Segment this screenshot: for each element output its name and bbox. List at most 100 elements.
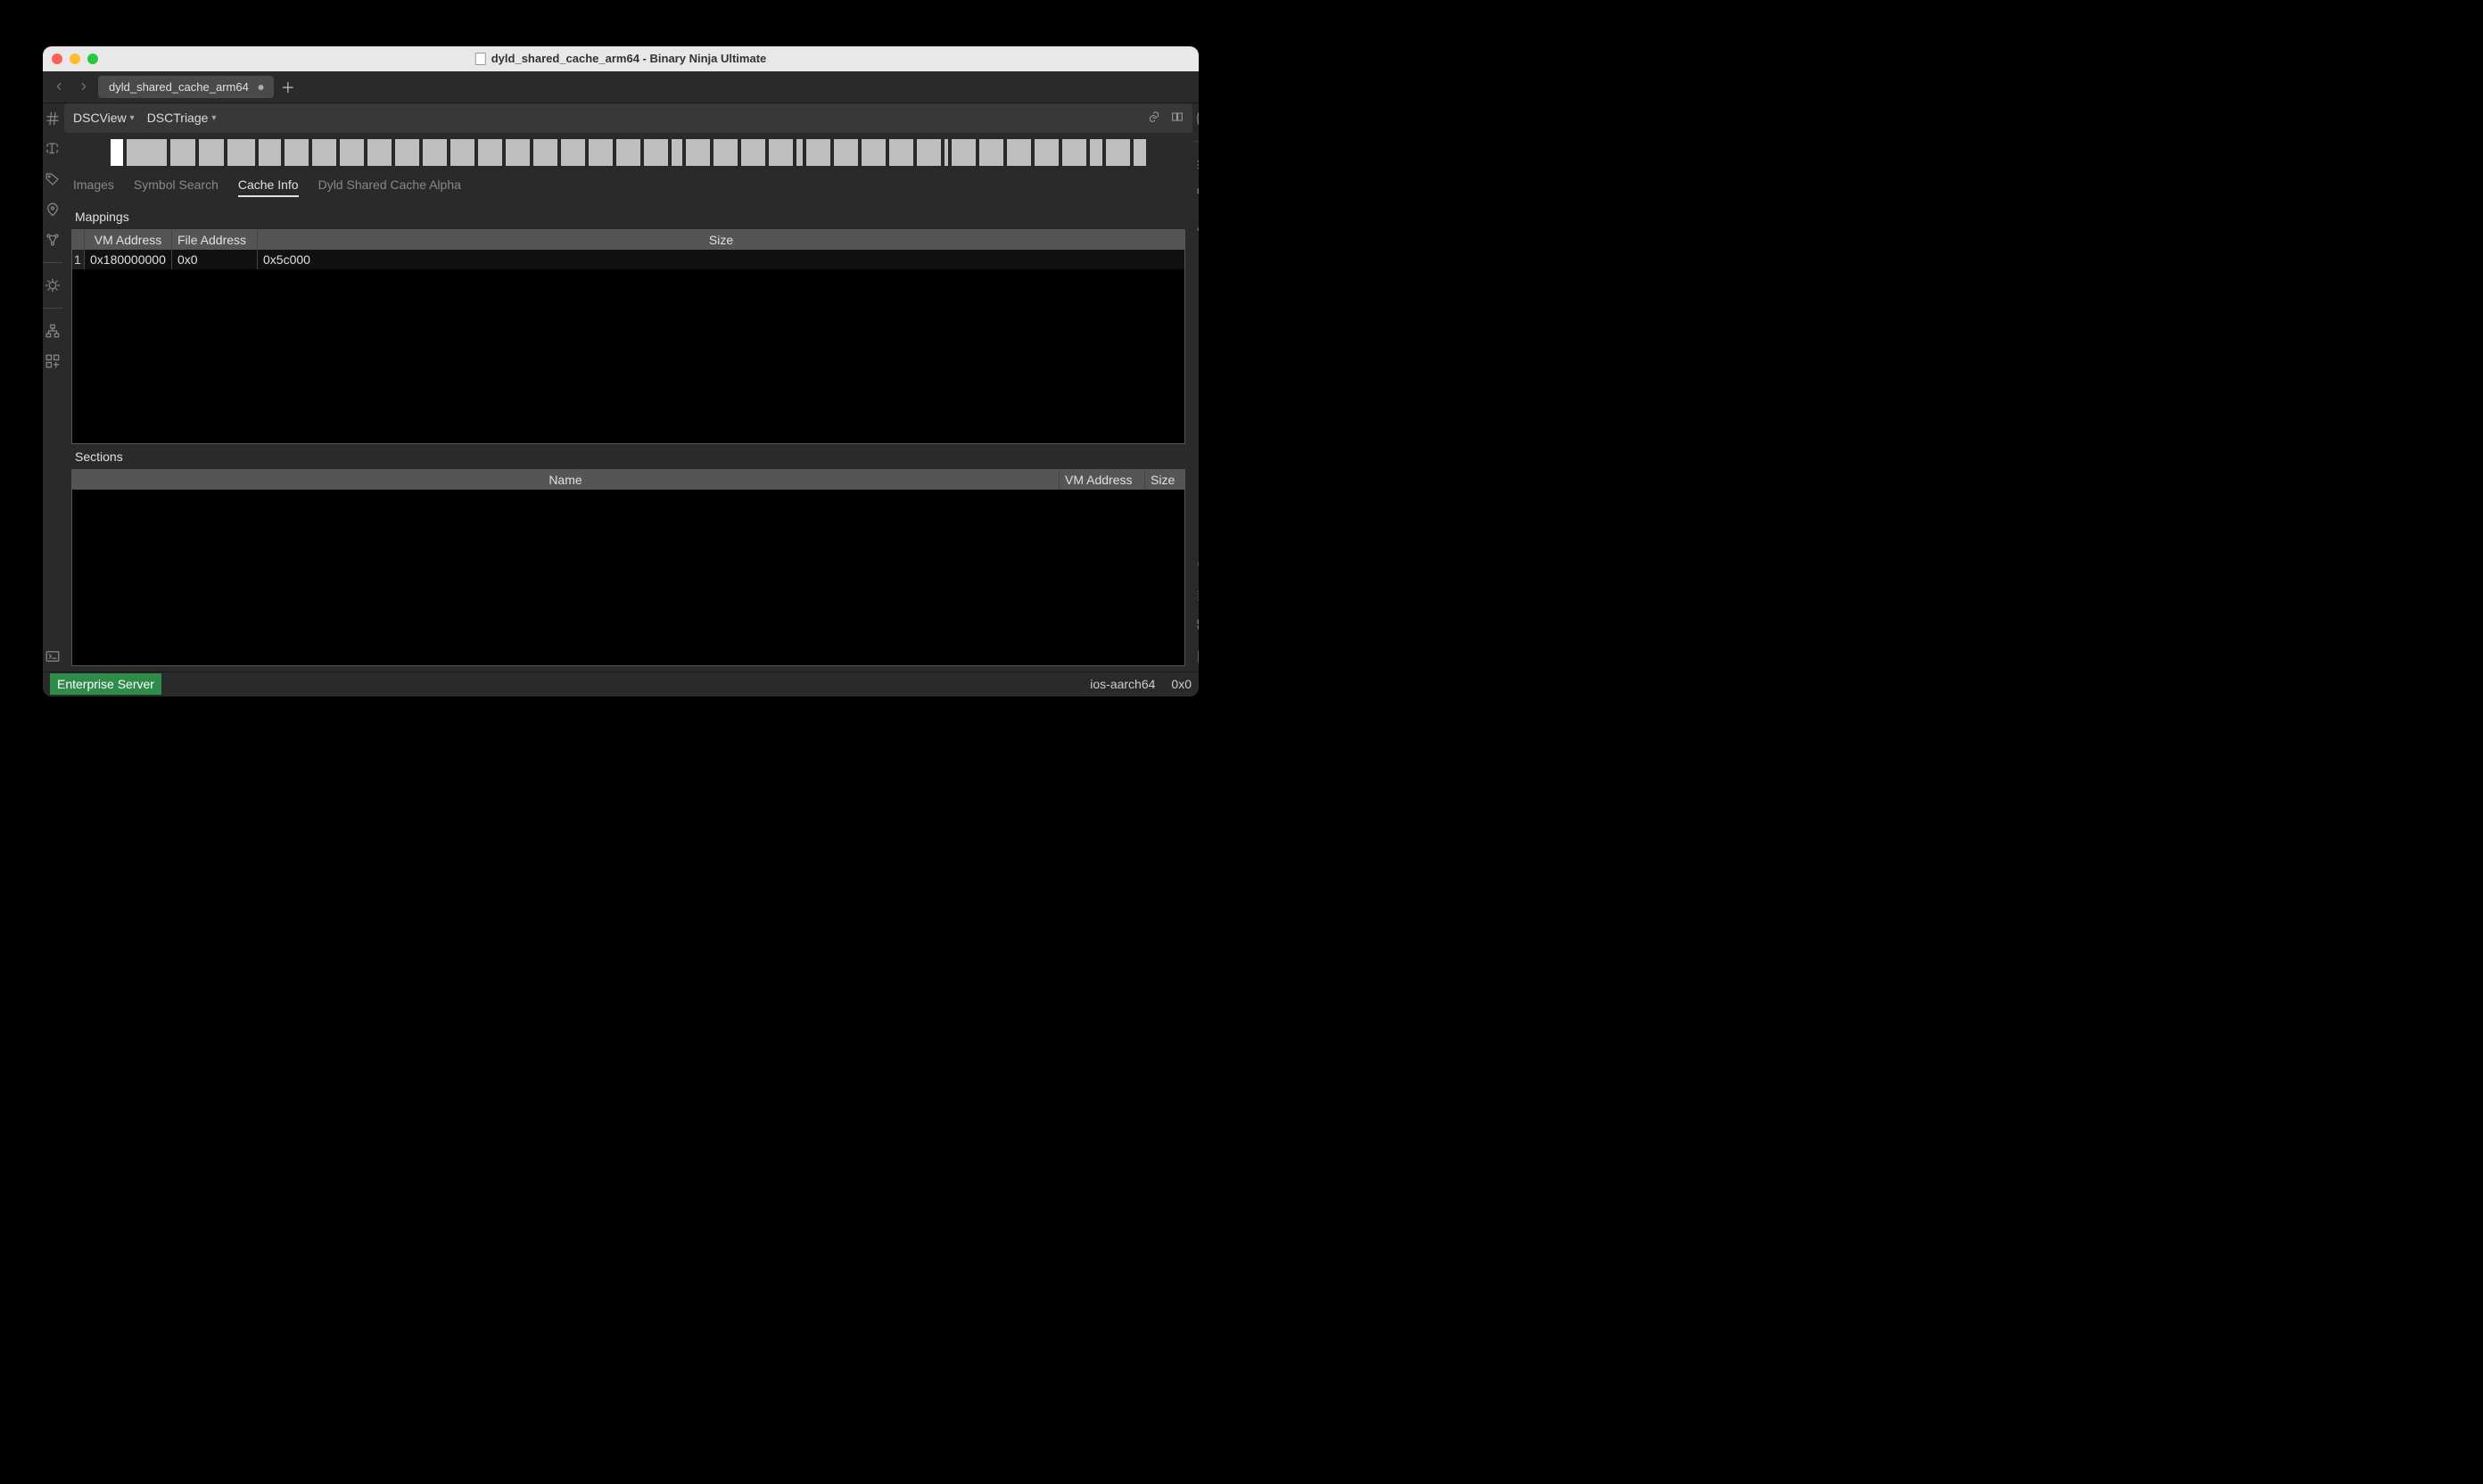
mem-segment[interactable] bbox=[979, 139, 1003, 166]
mem-segment[interactable] bbox=[533, 139, 557, 166]
col-index[interactable] bbox=[72, 230, 85, 250]
mem-segment[interactable] bbox=[672, 139, 682, 166]
mem-segment[interactable] bbox=[952, 139, 976, 166]
view-type-dropdown[interactable]: DSCView ▾ bbox=[73, 111, 135, 125]
rail-separator bbox=[43, 262, 62, 263]
tag-icon[interactable] bbox=[43, 169, 62, 189]
history-icon[interactable] bbox=[1194, 616, 1199, 636]
mappings-body[interactable]: 1 0x180000000 0x0 0x5c000 bbox=[72, 250, 1184, 444]
xrefs-icon[interactable] bbox=[1194, 185, 1199, 204]
mem-segment[interactable] bbox=[616, 139, 640, 166]
mem-segment[interactable] bbox=[170, 139, 195, 166]
col-file-address[interactable]: File Address bbox=[172, 230, 258, 250]
mem-segment[interactable] bbox=[395, 139, 419, 166]
status-right: ios-aarch64 0x0 bbox=[1090, 677, 1192, 691]
mem-segment[interactable] bbox=[644, 139, 668, 166]
mem-segment[interactable] bbox=[917, 139, 941, 166]
mem-segment[interactable] bbox=[889, 139, 913, 166]
mem-segment[interactable] bbox=[796, 139, 803, 166]
mappings-label: Mappings bbox=[66, 206, 1191, 227]
table-row[interactable]: 1 0x180000000 0x0 0x5c000 bbox=[72, 250, 1184, 269]
mem-segment[interactable] bbox=[1134, 139, 1146, 166]
console-icon[interactable] bbox=[43, 647, 62, 666]
mem-segment[interactable] bbox=[1035, 139, 1059, 166]
tab-dsc-alpha[interactable]: Dyld Shared Cache Alpha bbox=[318, 177, 461, 197]
quote-icon[interactable] bbox=[1194, 525, 1199, 545]
col-name[interactable]: Name bbox=[72, 470, 1060, 490]
mem-segment[interactable] bbox=[478, 139, 502, 166]
server-badge[interactable]: Enterprise Server bbox=[50, 673, 161, 695]
col-vm-address[interactable]: VM Address bbox=[1060, 470, 1145, 490]
types-icon[interactable] bbox=[43, 139, 62, 159]
split-icon[interactable] bbox=[1171, 111, 1184, 126]
mem-segment[interactable] bbox=[506, 139, 530, 166]
file-tab-label: dyld_shared_cache_arm64 bbox=[109, 80, 249, 94]
mem-segment[interactable] bbox=[1106, 139, 1130, 166]
mem-segment[interactable] bbox=[340, 139, 364, 166]
list-icon[interactable] bbox=[1194, 586, 1199, 606]
mem-segment[interactable] bbox=[227, 139, 255, 166]
nav-forward-button[interactable] bbox=[73, 76, 95, 97]
new-tab-button[interactable]: ＋ bbox=[277, 76, 299, 97]
mem-segment[interactable] bbox=[834, 139, 858, 166]
tab-images[interactable]: Images bbox=[73, 177, 114, 197]
mem-segment[interactable] bbox=[450, 139, 474, 166]
variable-icon[interactable] bbox=[1194, 109, 1199, 128]
mem-segment[interactable] bbox=[741, 139, 765, 166]
mem-segment[interactable] bbox=[367, 139, 392, 166]
col-size[interactable]: Size bbox=[1145, 470, 1184, 490]
sections-body[interactable] bbox=[72, 490, 1184, 664]
graph-icon[interactable] bbox=[43, 230, 62, 250]
hash-icon[interactable] bbox=[43, 109, 62, 128]
mem-segment[interactable] bbox=[312, 139, 336, 166]
mem-segment[interactable] bbox=[1090, 139, 1102, 166]
address-label[interactable]: 0x0 bbox=[1171, 677, 1192, 691]
file-tab[interactable]: dyld_shared_cache_arm64 ● bbox=[98, 76, 274, 98]
sections-table: Name VM Address Size bbox=[71, 469, 1185, 665]
mem-segment[interactable] bbox=[686, 139, 710, 166]
mem-segment[interactable] bbox=[589, 139, 613, 166]
note-icon[interactable] bbox=[1194, 647, 1199, 666]
rail-separator bbox=[43, 308, 62, 309]
mem-segment[interactable] bbox=[423, 139, 447, 166]
mem-segment[interactable] bbox=[285, 139, 309, 166]
mem-segment[interactable] bbox=[862, 139, 886, 166]
tab-modified-icon[interactable]: ● bbox=[257, 79, 264, 94]
mem-segment[interactable] bbox=[806, 139, 830, 166]
mem-segment[interactable] bbox=[945, 139, 948, 166]
minimize-window-button[interactable] bbox=[70, 54, 80, 64]
hierarchy-icon[interactable] bbox=[43, 321, 62, 341]
memory-map[interactable] bbox=[66, 138, 1191, 167]
mem-segment[interactable] bbox=[1007, 139, 1031, 166]
components-icon[interactable] bbox=[43, 351, 62, 371]
architecture-label[interactable]: ios-aarch64 bbox=[1090, 677, 1155, 691]
bug-icon[interactable] bbox=[43, 276, 62, 295]
tab-cache-info[interactable]: Cache Info bbox=[238, 177, 299, 197]
mem-segment[interactable] bbox=[1062, 139, 1086, 166]
link-icon[interactable] bbox=[1148, 111, 1160, 126]
chevron-down-icon: ▾ bbox=[211, 113, 216, 123]
search-icon[interactable] bbox=[1194, 556, 1199, 575]
mem-segment[interactable] bbox=[769, 139, 793, 166]
layers-icon[interactable] bbox=[1194, 154, 1199, 174]
mem-segment[interactable] bbox=[561, 139, 585, 166]
mem-segment[interactable] bbox=[714, 139, 738, 166]
sections-header: Name VM Address Size bbox=[72, 470, 1184, 490]
tabbar: dyld_shared_cache_arm64 ● ＋ bbox=[43, 71, 1199, 103]
mem-segment[interactable] bbox=[199, 139, 224, 166]
close-window-button[interactable] bbox=[52, 54, 62, 64]
col-vm-address[interactable]: VM Address bbox=[85, 230, 172, 250]
tab-symbol-search[interactable]: Symbol Search bbox=[134, 177, 219, 197]
col-size[interactable]: Size bbox=[258, 230, 1184, 250]
location-icon[interactable] bbox=[43, 200, 62, 219]
collab-icon[interactable] bbox=[1194, 215, 1199, 235]
mem-segment[interactable] bbox=[259, 139, 281, 166]
view-subtype-label: DSCTriage bbox=[147, 111, 209, 125]
cell-file-address: 0x0 bbox=[172, 250, 258, 269]
cell-size: 0x5c000 bbox=[258, 250, 1184, 269]
nav-back-button[interactable] bbox=[48, 76, 70, 97]
zoom-window-button[interactable] bbox=[87, 54, 98, 64]
view-subtype-dropdown[interactable]: DSCTriage ▾ bbox=[147, 111, 217, 125]
mem-segment[interactable] bbox=[111, 139, 123, 166]
mem-segment[interactable] bbox=[127, 139, 167, 166]
